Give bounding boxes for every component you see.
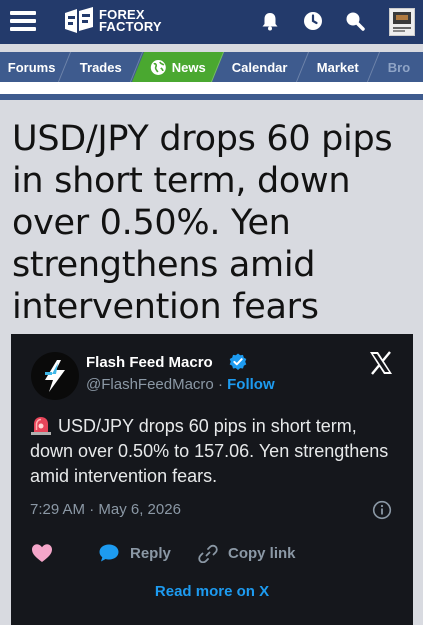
article-headline: USD/JPY drops 60 pips in short term, dow… [12, 119, 393, 327]
logo-mark-icon [65, 7, 93, 33]
embedded-tweet: Flash Feed Macro @FlashFeedMacro · Follo… [11, 334, 413, 625]
tab-news-label: News [171, 59, 206, 75]
tab-calendar-label: Calendar [231, 59, 288, 75]
tab-trades[interactable]: Trades [59, 52, 144, 82]
nav-underline-blue [0, 94, 423, 100]
link-icon [198, 544, 218, 563]
clock-icon[interactable] [302, 10, 324, 32]
tab-browse-label: Bro [387, 59, 411, 75]
flash-f-icon [45, 360, 65, 392]
handle-line: @FlashFeedMacro · Follow [86, 376, 275, 393]
siren-icon [31, 417, 51, 435]
x-logo-icon[interactable] [368, 350, 394, 376]
follow-link[interactable]: Follow [227, 376, 275, 393]
read-more-link[interactable]: Read more on X [11, 583, 413, 600]
author-handle[interactable]: @FlashFeedMacro [86, 376, 214, 393]
tweet-timestamp[interactable]: 7:29 AM · May 6, 2026 [30, 501, 181, 518]
reply-label: Reply [130, 544, 171, 562]
speech-bubble-icon [99, 544, 119, 562]
heart-icon [32, 544, 52, 562]
tweet-text: USD/JPY drops 60 pips in short term, dow… [30, 416, 389, 486]
tweet-actions: Reply Copy link [31, 543, 401, 565]
nav-underline [0, 82, 423, 94]
bell-icon[interactable] [259, 10, 281, 32]
handle-separator: · [217, 376, 223, 393]
avatar-icon[interactable] [389, 8, 415, 36]
copy-link-button[interactable]: Copy link [197, 543, 296, 563]
forex-factory-logo[interactable]: FOREX FACTORY [63, 6, 162, 36]
tab-forums-label: Forums [8, 59, 56, 75]
tab-trades-label: Trades [79, 59, 122, 75]
reply-button[interactable]: Reply [98, 543, 171, 563]
copy-link-label: Copy link [228, 544, 296, 562]
tab-news[interactable]: News [131, 52, 224, 82]
top-bar: FOREX FACTORY [0, 0, 423, 44]
menu-icon[interactable] [10, 11, 36, 31]
globe-icon [150, 59, 166, 75]
author-name[interactable]: Flash Feed Macro [86, 354, 213, 371]
like-button[interactable] [31, 543, 53, 563]
logo-line-2: FACTORY [99, 19, 162, 34]
tab-market[interactable]: Market [296, 52, 381, 82]
tab-calendar[interactable]: Calendar [211, 52, 309, 82]
info-icon[interactable] [372, 500, 392, 520]
tweet-body: USD/JPY drops 60 pips in short term, dow… [30, 414, 402, 489]
nav-tabs: Forums Trades News Calendar Market Bro [0, 52, 423, 82]
tab-market-label: Market [317, 59, 360, 75]
search-icon[interactable] [344, 10, 366, 32]
logo-text: FOREX FACTORY [99, 8, 162, 34]
verified-badge-icon [229, 353, 247, 370]
author-avatar[interactable] [31, 352, 79, 400]
